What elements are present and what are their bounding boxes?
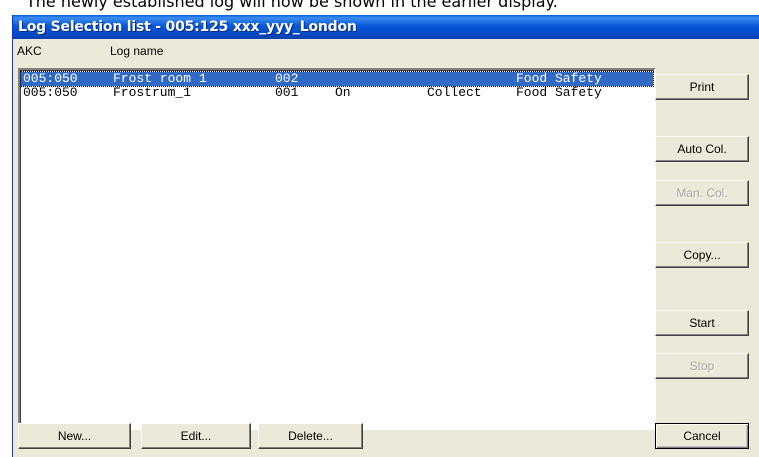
log-list[interactable]: 005:050 Frost room 1 002 Food Safety 005… — [18, 68, 656, 430]
document-caption: The newly established log will now be sh… — [26, 0, 558, 11]
column-header: AKC Log name — [13, 41, 653, 61]
row-number: 002 — [275, 71, 299, 86]
row-state: On — [335, 85, 351, 100]
row-category: Food Safety — [516, 71, 602, 86]
row-category: Food Safety — [516, 85, 602, 100]
stop-button[interactable]: Stop — [655, 353, 749, 379]
window-title: Log Selection list - 005:125 xxx_yyy_Lon… — [13, 15, 759, 39]
auto-col-button[interactable]: Auto Col. — [655, 136, 749, 162]
row-collect: Collect — [427, 85, 482, 100]
log-selection-window: Log Selection list - 005:125 xxx_yyy_Lon… — [12, 15, 759, 457]
print-button[interactable]: Print — [655, 74, 749, 100]
row-akc: 005:050 — [23, 85, 78, 100]
delete-button[interactable]: Delete... — [258, 423, 363, 449]
start-button[interactable]: Start — [655, 310, 749, 336]
row-number: 001 — [275, 85, 299, 100]
row-akc: 005:050 — [23, 71, 78, 86]
list-item[interactable]: 005:050 Frost room 1 002 Food Safety — [20, 71, 654, 87]
cancel-button[interactable]: Cancel — [655, 423, 749, 449]
list-item[interactable]: 005:050 Frostrum_1 001 On Collect Food S… — [21, 86, 653, 100]
edit-button[interactable]: Edit... — [141, 423, 251, 449]
man-col-button[interactable]: Man. Col. — [655, 180, 749, 206]
copy-button[interactable]: Copy... — [655, 242, 749, 268]
column-header-log-name[interactable]: Log name — [110, 41, 163, 61]
column-header-akc[interactable]: AKC — [17, 41, 42, 61]
row-log-name: Frost room 1 — [113, 71, 207, 86]
new-button[interactable]: New... — [18, 423, 131, 449]
row-log-name: Frostrum_1 — [113, 85, 192, 100]
